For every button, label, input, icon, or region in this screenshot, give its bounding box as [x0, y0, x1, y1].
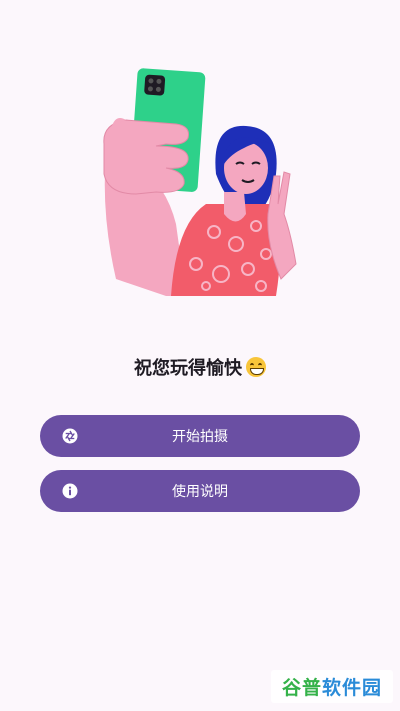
watermark-part1: 谷普 — [281, 677, 322, 699]
aperture-icon — [62, 428, 78, 444]
info-icon — [62, 483, 78, 499]
instructions-button[interactable]: 使用说明 — [40, 470, 360, 512]
greeting-text: 祝您玩得愉快 — [0, 354, 400, 380]
start-shooting-button[interactable]: 开始拍摄 — [40, 415, 360, 457]
instructions-label: 使用说明 — [172, 484, 228, 500]
greeting-label: 祝您玩得愉快 — [134, 358, 242, 379]
start-shooting-label: 开始拍摄 — [172, 429, 228, 445]
selfie-illustration — [103, 68, 297, 296]
grinning-face-icon — [246, 357, 266, 377]
watermark-logo: 谷普 软件园 — [271, 670, 393, 703]
watermark-part2: 软件园 — [322, 677, 383, 699]
